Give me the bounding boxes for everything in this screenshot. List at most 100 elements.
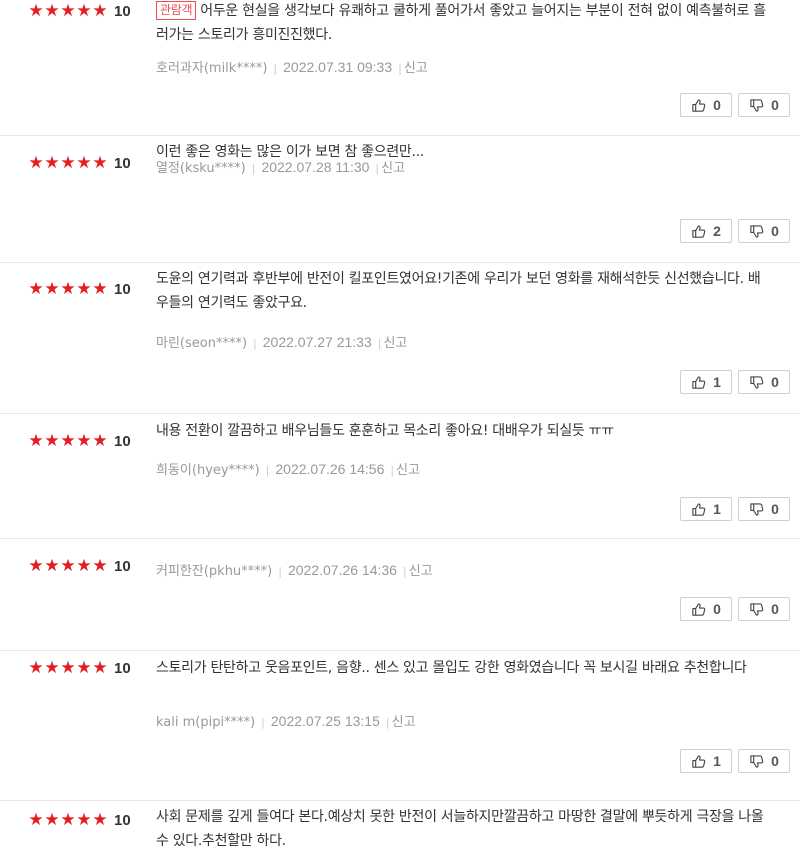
score-value: 10: [114, 811, 131, 829]
thumbs-up-icon: [691, 754, 706, 769]
divider: |: [375, 162, 380, 175]
review-text-content: 내용 전환이 깔끔하고 배우님들도 훈훈하고 목소리 좋아요! 대배우가 되실듯…: [156, 423, 614, 439]
divider: |: [377, 337, 382, 350]
divider: |: [273, 62, 278, 75]
star-rating: ★ ★ ★ ★ ★: [28, 557, 108, 575]
dislike-button[interactable]: 0: [738, 370, 790, 394]
review-date: 2022.07.26 14:56: [275, 461, 385, 477]
dislike-button[interactable]: 0: [738, 597, 790, 621]
like-button[interactable]: 1: [680, 497, 732, 521]
dislike-button[interactable]: 0: [738, 497, 790, 521]
dislike-count: 0: [771, 97, 779, 113]
review-meta: 커피한잔(pkhu****) | 2022.07.26 14:36 | 신고: [156, 561, 433, 581]
thumbs-down-icon: [749, 375, 764, 390]
review-text: 내용 전환이 깔끔하고 배우님들도 훈훈하고 목소리 좋아요! 대배우가 되실듯…: [156, 419, 772, 443]
score-value: 10: [114, 2, 131, 20]
dislike-count: 0: [771, 374, 779, 390]
star-icon: ★: [44, 1, 60, 21]
star-icon: ★: [44, 279, 60, 299]
thumbs-down-icon: [749, 754, 764, 769]
thumbs-up-icon: [691, 602, 706, 617]
star-rating: ★ ★ ★ ★ ★: [28, 659, 108, 677]
report-link[interactable]: 신고: [404, 61, 428, 76]
rating: ★ ★ ★ ★ ★ 10: [28, 432, 131, 450]
thumbs-down-icon: [749, 502, 764, 517]
star-rating: ★ ★ ★ ★ ★: [28, 432, 108, 450]
star-icon: ★: [60, 658, 76, 678]
report-link[interactable]: 신고: [396, 463, 420, 478]
star-icon: ★: [92, 1, 108, 21]
like-button[interactable]: 0: [680, 597, 732, 621]
divider: |: [385, 716, 390, 729]
star-icon: ★: [76, 279, 92, 299]
star-icon: ★: [76, 556, 92, 576]
like-count: 1: [713, 753, 721, 769]
star-icon: ★: [76, 1, 92, 21]
report-link[interactable]: 신고: [381, 161, 405, 176]
review-item: ★ ★ ★ ★ ★ 10 관람객 어두운 현실을 생각보다 유쾌하고 쿨하게 풀어가서 좋았고…: [0, 0, 800, 136]
review-text: 도윤의 연기력과 후반부에 반전이 킬포인트였어요!기존에 우리가 보던 영화를…: [156, 267, 772, 315]
divider: |: [251, 162, 256, 175]
star-icon: ★: [76, 431, 92, 451]
like-button[interactable]: 1: [680, 370, 732, 394]
dislike-count: 0: [771, 501, 779, 517]
like-button[interactable]: 1: [680, 749, 732, 773]
review-meta: 마린(seon****) | 2022.07.27 21:33 | 신고: [156, 333, 407, 353]
divider: |: [402, 565, 407, 578]
divider: |: [261, 716, 265, 729]
thumbs-up-icon: [691, 224, 706, 239]
star-icon: ★: [44, 153, 60, 173]
review-list: ★ ★ ★ ★ ★ 10 관람객 어두운 현실을 생각보다 유쾌하고 쿨하게 풀어가서 좋았고…: [0, 0, 800, 858]
star-icon: ★: [44, 658, 60, 678]
star-icon: ★: [28, 658, 44, 678]
review-date: 2022.07.26 14:36: [287, 562, 397, 578]
reviewer-name[interactable]: 열정(ksku****): [156, 161, 246, 176]
review-text: 사회 문제를 깊게 들여다 본다.예상치 못한 반전이 서늘하지만깔끔하고 마땅…: [156, 805, 772, 853]
thumbs-up-icon: [691, 98, 706, 113]
review-text: 관람객 어두운 현실을 생각보다 유쾌하고 쿨하게 풀어가서 좋았고 늘어지는 부…: [156, 0, 772, 47]
divider: |: [398, 62, 402, 75]
star-rating: ★ ★ ★ ★ ★: [28, 154, 108, 172]
review-meta: 호러과자(milk****) | 2022.07.31 09:33 | 신고: [156, 58, 428, 78]
star-icon: ★: [44, 556, 60, 576]
reviewer-name[interactable]: 마린(seon****): [156, 336, 247, 351]
reviewer-name[interactable]: 커피한잔(pkhu****): [156, 564, 272, 579]
star-icon: ★: [60, 153, 76, 173]
divider: |: [265, 464, 270, 477]
review-meta: 희동이(hyey****) | 2022.07.26 14:56 | 신고: [156, 460, 420, 480]
report-link[interactable]: 신고: [409, 564, 433, 579]
review-date: 2022.07.27 21:33: [262, 334, 372, 350]
star-icon: ★: [92, 279, 108, 299]
report-link[interactable]: 신고: [392, 715, 416, 730]
reviewer-name[interactable]: 호러과자(milk****): [156, 61, 267, 76]
score-value: 10: [114, 659, 131, 677]
vote-buttons: 10: [680, 370, 790, 394]
review-text-content: 어두운 현실을 생각보다 유쾌하고 쿨하게 풀어가서 좋았고 늘어지는 부분이 …: [156, 3, 766, 43]
reviewer-name[interactable]: 희동이(hyey****): [156, 463, 260, 478]
rating: ★ ★ ★ ★ ★ 10: [28, 810, 131, 830]
dislike-count: 0: [771, 753, 779, 769]
star-icon: ★: [60, 556, 76, 576]
report-link[interactable]: 신고: [383, 336, 407, 351]
vote-buttons: 00: [680, 597, 790, 621]
like-button[interactable]: 2: [680, 219, 732, 243]
review-text-content: 스토리가 탄탄하고 웃음포인트, 음향.. 센스 있고 몰입도 강한 영화였습니…: [156, 660, 747, 676]
dislike-button[interactable]: 0: [738, 93, 790, 117]
score-value: 10: [114, 432, 131, 450]
star-icon: ★: [76, 658, 92, 678]
review-item: ★ ★ ★ ★ ★ 10 도윤의 연기력과 후반부에 반전이 킬포인트였어요!기존에 우리가…: [0, 263, 800, 414]
dislike-button[interactable]: 0: [738, 219, 790, 243]
like-count: 1: [713, 501, 721, 517]
score-value: 10: [114, 280, 131, 298]
divider: |: [278, 565, 282, 578]
dislike-button[interactable]: 0: [738, 749, 790, 773]
rating: ★ ★ ★ ★ ★ 10: [28, 154, 130, 172]
review-date: 2022.07.25 13:15: [270, 713, 380, 729]
star-icon: ★: [60, 279, 76, 299]
like-button[interactable]: 0: [680, 93, 732, 117]
star-icon: ★: [92, 810, 108, 830]
reviewer-name[interactable]: kali m(pipi****): [156, 715, 255, 730]
review-meta: 열정(ksku****) | 2022.07.28 11:30 | 신고: [156, 158, 405, 178]
star-rating: ★ ★ ★ ★ ★: [28, 280, 108, 298]
divider: |: [253, 337, 257, 350]
